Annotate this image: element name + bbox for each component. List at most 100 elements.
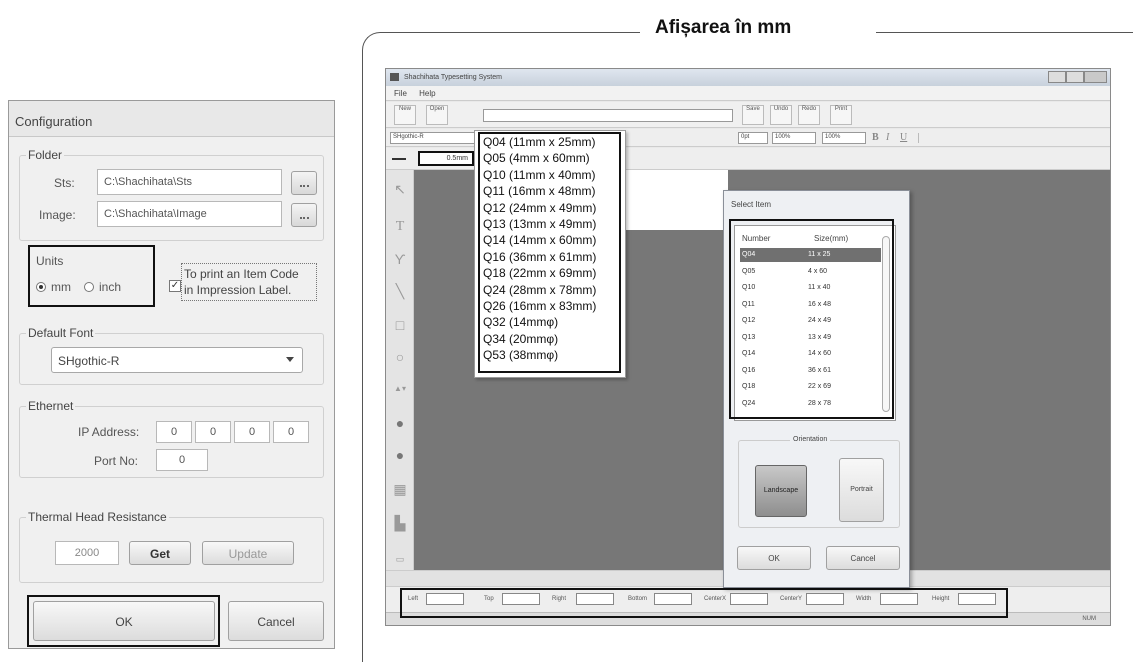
undo-icon[interactable]: Undo	[770, 105, 792, 125]
item-row[interactable]: Q05 4 x 60	[740, 265, 881, 279]
item-row[interactable]: Q13 13 x 49	[740, 331, 881, 345]
portrait-button[interactable]: Portrait	[839, 458, 884, 522]
sts-path-field[interactable]: C:\Shachihata\Sts	[97, 169, 282, 195]
text-tool-icon[interactable]: T	[391, 218, 409, 236]
width-scale-field[interactable]: 100%	[772, 132, 816, 144]
item-number: Q12	[742, 317, 756, 324]
item-number: Q13	[742, 333, 756, 341]
print-item-code-checkbox[interactable]: ✓	[169, 280, 181, 292]
size-option[interactable]: Q04 (11mm x 25mm)	[483, 135, 595, 150]
item-row[interactable]: Q18 22 x 69	[740, 380, 881, 394]
save-icon[interactable]: Save	[742, 105, 764, 125]
browse-sts-button[interactable]	[291, 171, 317, 195]
chevron-down-icon	[286, 357, 294, 362]
dialog-title: Configuration	[9, 101, 334, 137]
fill-circle-2-icon[interactable]: ●	[391, 446, 409, 464]
item-row[interactable]: Q16 36 x 61	[740, 364, 881, 378]
minimize-icon[interactable]	[1048, 71, 1066, 83]
shape-tool-icon[interactable]: ▲▾	[391, 380, 409, 398]
ip-octet-3[interactable]: 0	[234, 421, 270, 443]
item-number: Q16	[742, 366, 756, 374]
fill-circle-icon[interactable]: ●	[391, 414, 409, 432]
font-select[interactable]: SHgothic-R	[390, 132, 476, 144]
update-button[interactable]: Update	[202, 541, 294, 565]
rectangle-tool-icon[interactable]: □	[391, 316, 409, 334]
select-cancel-button[interactable]: Cancel	[826, 546, 900, 570]
mm-radio[interactable]	[36, 282, 46, 292]
port-field[interactable]: 0	[156, 449, 208, 471]
get-button[interactable]: Get	[129, 541, 191, 565]
size-option[interactable]: Q11 (16mm x 48mm)	[483, 184, 595, 199]
size-select[interactable]	[483, 109, 733, 122]
menu-file[interactable]: File	[394, 89, 407, 98]
image-path-field[interactable]: C:\Shachihata\Image	[97, 201, 282, 227]
item-row[interactable]: Q04 11 x 25	[740, 248, 881, 262]
line-tool-icon[interactable]: ╲	[391, 282, 409, 300]
ip-octet-1[interactable]: 0	[156, 421, 192, 443]
item-row[interactable]: Q14 14 x 60	[740, 347, 881, 361]
default-font-title: Default Font	[26, 326, 96, 340]
print-item-code-line1: To print an Item Code	[184, 267, 299, 281]
italic-icon[interactable]: I	[886, 132, 889, 143]
size-option[interactable]: Q12 (24mm x 49mm)	[483, 201, 596, 216]
new-label: New	[398, 106, 411, 112]
size-option[interactable]: Q34 (20mmφ)	[483, 332, 558, 347]
app-icon	[390, 73, 399, 81]
ok-button[interactable]: OK	[33, 601, 215, 641]
size-option[interactable]: Q16 (36mm x 61mm)	[483, 250, 596, 265]
size-option[interactable]: Q13 (13mm x 49mm)	[483, 217, 596, 232]
orientation-title: Orientation	[790, 436, 831, 443]
ip-octet-2[interactable]: 0	[195, 421, 231, 443]
redo-icon[interactable]: Redo	[798, 105, 820, 125]
ip-octet-4[interactable]: 0	[273, 421, 309, 443]
new-file-icon[interactable]: New	[394, 105, 416, 125]
size-option[interactable]: Q24 (28mm x 78mm)	[483, 283, 596, 298]
menu-help[interactable]: Help	[419, 89, 435, 98]
app-title: Shachihata Typesetting System	[404, 74, 502, 81]
ellipse-tool-icon[interactable]: ○	[391, 348, 409, 366]
item-row[interactable]: Q10 11 x 40	[740, 281, 881, 295]
default-font-select[interactable]: SHgothic-R	[51, 347, 303, 373]
item-number: Q14	[742, 350, 756, 357]
close-icon[interactable]	[1084, 71, 1107, 83]
size-option[interactable]: Q14 (14mm x 60mm)	[483, 233, 596, 248]
align-icons	[918, 133, 988, 143]
item-size: 16 x 48	[808, 300, 831, 308]
frame-icon[interactable]: ▙	[391, 514, 409, 532]
landscape-button[interactable]: Landscape	[755, 465, 807, 517]
line-width-field[interactable]: 0.5mm	[418, 151, 474, 166]
underline-icon[interactable]: U	[900, 132, 907, 143]
num-lock-indicator: NUM	[1082, 616, 1096, 622]
open-folder-icon[interactable]: Open	[426, 105, 448, 125]
size-option[interactable]: Q32 (14mmφ)	[483, 315, 558, 330]
image-tool-icon[interactable]: ▭	[391, 550, 409, 568]
print-item-code-line2: in Impression Label.	[184, 283, 292, 297]
size-option[interactable]: Q53 (38mmφ)	[483, 348, 558, 363]
maximize-icon[interactable]	[1066, 71, 1084, 83]
ip-address-label: IP Address:	[78, 425, 140, 439]
browse-image-button[interactable]	[291, 203, 317, 227]
select-arrow-icon[interactable]: ↖	[391, 180, 409, 198]
main-toolbar: New Open Save Undo Redo Print	[386, 102, 1110, 128]
item-row[interactable]: Q12 24 x 49	[740, 314, 881, 328]
list-scrollbar[interactable]	[882, 236, 890, 412]
size-option[interactable]: Q05 (4mm x 60mm)	[483, 151, 590, 166]
print-icon[interactable]: Print	[830, 105, 852, 125]
point-size-field[interactable]: 0pt	[738, 132, 768, 144]
height-scale-field[interactable]: 100%	[822, 132, 866, 144]
size-option[interactable]: Q26 (16mm x 83mm)	[483, 299, 596, 314]
size-option[interactable]: Q18 (22mm x 69mm)	[483, 266, 596, 281]
bold-icon[interactable]: B	[872, 132, 879, 143]
curve-text-icon[interactable]: ϒ	[391, 250, 409, 268]
select-ok-button[interactable]: OK	[737, 546, 811, 570]
item-number: Q24	[742, 399, 756, 407]
size-option[interactable]: Q10 (11mm x 40mm)	[483, 168, 595, 183]
item-row[interactable]: Q11 16 x 48	[740, 298, 881, 312]
mm-label: mm	[51, 280, 71, 294]
tool-palette: ↖ T ϒ ╲ □ ○ ▲▾ ● ● ▦ ▙ ▭	[386, 170, 414, 570]
cancel-button[interactable]: Cancel	[228, 601, 324, 641]
app-titlebar: Shachihata Typesetting System	[386, 69, 1110, 86]
inch-radio[interactable]	[84, 282, 94, 292]
item-row[interactable]: Q24 28 x 78	[740, 397, 881, 411]
grid-icon[interactable]: ▦	[391, 480, 409, 498]
